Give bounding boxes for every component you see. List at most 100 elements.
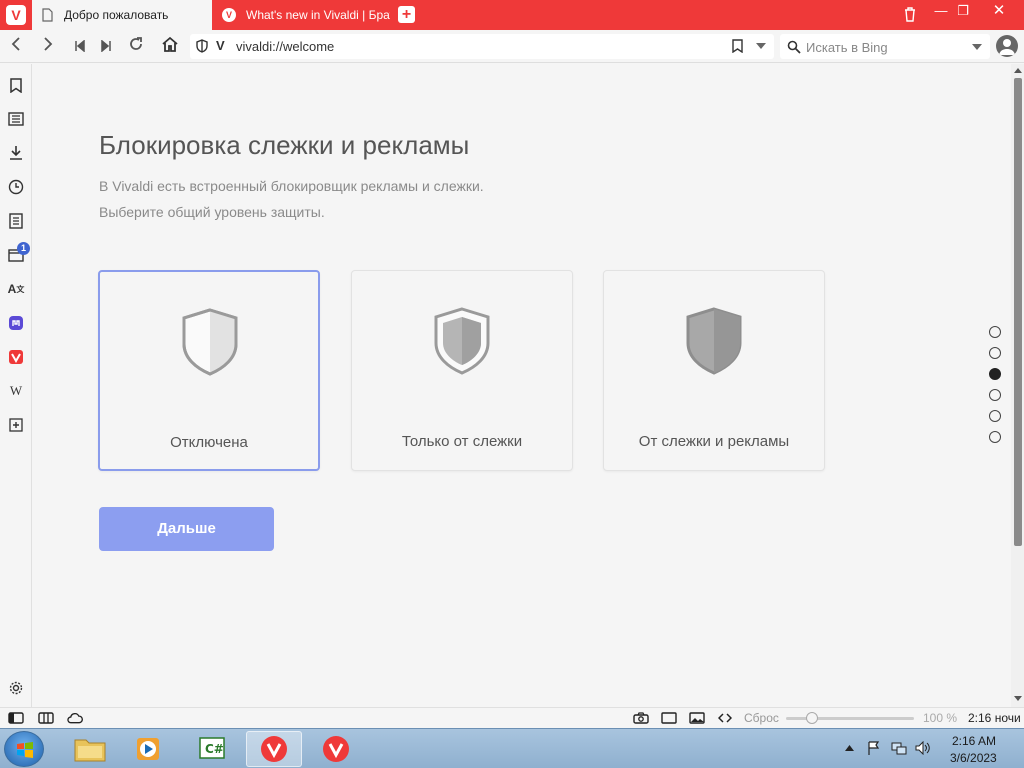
user-icon: [999, 39, 1015, 55]
shield-half-icon: [434, 307, 490, 375]
tab-whats-new[interactable]: V What's new in Vivaldi | Браузер Vivald…: [214, 0, 390, 30]
history-icon[interactable]: [6, 177, 26, 197]
search-field[interactable]: Искать в Bing: [780, 34, 990, 59]
reload-icon: [130, 37, 142, 50]
settings-gear-icon[interactable]: [6, 678, 26, 698]
zoom-slider-knob[interactable]: [806, 712, 818, 724]
windows-taskbar: C# 2:16 AM 3/6/2023: [0, 728, 1024, 768]
taskbar-file-explorer[interactable]: [62, 731, 118, 767]
status-clock: 2:16 ночи: [968, 711, 1021, 725]
taskbar-vivaldi-active[interactable]: [246, 731, 302, 767]
profile-avatar[interactable]: [996, 35, 1018, 57]
chevron-down-icon[interactable]: [972, 44, 982, 50]
fast-forward-button[interactable]: [95, 35, 117, 57]
notes-icon[interactable]: [6, 211, 26, 231]
back-button[interactable]: [5, 35, 27, 57]
search-placeholder: Искать в Bing: [806, 40, 888, 55]
home-icon: [162, 36, 178, 52]
taskbar-csharp-app[interactable]: C#: [184, 731, 240, 767]
vivaldi-favicon-icon: V: [222, 8, 236, 22]
side-panel: 1 A文 W: [0, 64, 32, 707]
new-tab-button[interactable]: +: [398, 6, 415, 23]
option-label: От слежки и рекламы: [638, 433, 790, 450]
zoom-level: 100 %: [923, 711, 958, 725]
media-player-icon: [137, 738, 159, 760]
scroll-up-icon[interactable]: [1014, 68, 1022, 73]
mastodon-icon[interactable]: [6, 313, 26, 333]
home-button[interactable]: [159, 35, 181, 57]
panel-toggle-icon[interactable]: [8, 711, 24, 725]
pager-dot-1[interactable]: [989, 326, 1001, 338]
downloads-icon[interactable]: [6, 143, 26, 163]
shield-icon[interactable]: [196, 39, 208, 53]
bookmarks-panel-icon[interactable]: [6, 75, 26, 95]
chevron-left-icon: [11, 37, 20, 51]
reload-button[interactable]: [125, 35, 147, 57]
option-card-tracking[interactable]: Только от слежки: [351, 270, 573, 471]
zoom-reset-button[interactable]: Сброс: [744, 711, 779, 725]
rewind-button[interactable]: [69, 35, 91, 57]
pager-dot-6[interactable]: [989, 431, 1001, 443]
vivaldi-panel-icon[interactable]: [6, 347, 26, 367]
taskbar-media-player[interactable]: [120, 731, 176, 767]
trash-icon[interactable]: [903, 6, 917, 22]
option-card-tracking-ads[interactable]: От слежки и рекламы: [603, 270, 825, 471]
page-tiling-icon[interactable]: [661, 711, 677, 725]
taskbar-date[interactable]: 3/6/2023: [950, 751, 997, 765]
vivaldi-site-icon: V: [216, 38, 225, 53]
tab-bar: V Добро пожаловать V What's new in Vival…: [0, 0, 1024, 30]
add-panel-icon[interactable]: [6, 415, 26, 435]
page-actions-icon[interactable]: [717, 711, 733, 725]
vivaldi-menu-icon[interactable]: V: [6, 5, 26, 25]
action-center-flag-icon[interactable]: [867, 741, 881, 755]
pager-dot-2[interactable]: [989, 347, 1001, 359]
wikipedia-icon[interactable]: W: [6, 381, 26, 401]
search-icon: [787, 40, 801, 54]
tab-label: What's new in Vivaldi | Браузер Vivaldi: [246, 8, 390, 22]
image-toggle-icon[interactable]: [689, 711, 705, 725]
next-button[interactable]: Дальше: [99, 507, 274, 551]
scrollbar-thumb[interactable]: [1014, 78, 1022, 546]
page-icon: [42, 8, 53, 22]
page-subtitle-line2: Выберите общий уровень защиты.: [99, 204, 325, 220]
rewind-icon: [75, 39, 85, 53]
start-button[interactable]: [4, 731, 44, 767]
sync-cloud-icon[interactable]: [67, 711, 83, 725]
network-icon[interactable]: [891, 741, 907, 755]
pager-dot-5[interactable]: [989, 410, 1001, 422]
translate-icon[interactable]: A文: [6, 279, 26, 299]
url-field[interactable]: V vivaldi://welcome: [190, 34, 774, 59]
pager-dot-4[interactable]: [989, 389, 1001, 401]
tray-expand-icon[interactable]: [845, 745, 854, 751]
forward-button[interactable]: [37, 35, 59, 57]
vivaldi-icon: [261, 736, 287, 762]
capture-icon[interactable]: [633, 711, 649, 725]
tab-welcome[interactable]: Добро пожаловать: [32, 0, 212, 30]
option-label: Только от слежки: [401, 433, 523, 450]
option-label: Отключена: [170, 434, 248, 451]
taskbar-vivaldi[interactable]: [308, 731, 364, 767]
fast-forward-icon: [101, 39, 111, 53]
page-subtitle-line1: В Vivaldi есть встроенный блокировщик ре…: [99, 178, 484, 194]
maximize-button[interactable]: ❐: [948, 0, 978, 24]
vivaldi-icon: [323, 736, 349, 762]
volume-icon[interactable]: [915, 741, 931, 755]
taskbar-time[interactable]: 2:16 AM: [952, 734, 996, 748]
scroll-down-icon[interactable]: [1014, 696, 1022, 701]
tab-tiling-icon[interactable]: [38, 711, 54, 725]
bookmark-icon[interactable]: [732, 39, 743, 53]
windows-logo-icon: [17, 742, 33, 758]
status-bar: Сброс 100 % 2:16 ночи: [0, 707, 1024, 728]
reading-list-icon[interactable]: [6, 109, 26, 129]
address-bar: V vivaldi://welcome Искать в Bing: [0, 30, 1024, 63]
shield-off-icon: [182, 308, 238, 376]
close-button[interactable]: ✕: [984, 0, 1014, 24]
url-text[interactable]: vivaldi://welcome: [236, 39, 334, 54]
option-card-disabled[interactable]: Отключена: [98, 270, 320, 471]
notification-badge: 1: [17, 242, 30, 255]
csharp-icon: C#: [199, 737, 225, 759]
pager-dot-3-current[interactable]: [989, 368, 1001, 380]
svg-text:C#: C#: [205, 742, 224, 756]
chevron-down-icon[interactable]: [756, 43, 766, 49]
folder-icon: [74, 739, 106, 762]
